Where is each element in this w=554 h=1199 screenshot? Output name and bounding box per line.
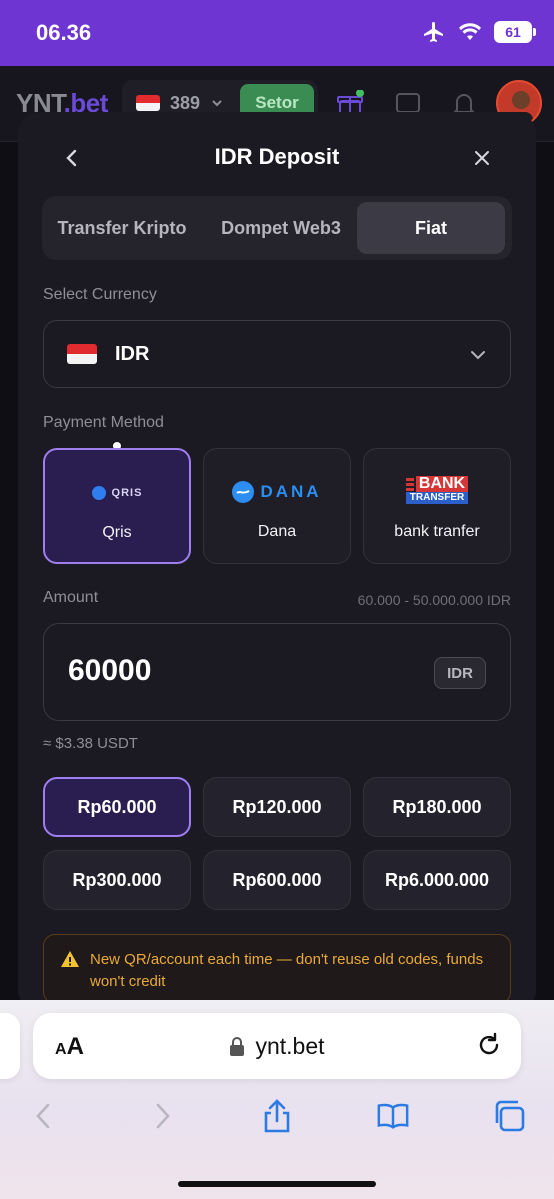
- lock-icon: [230, 1036, 245, 1056]
- dana-wallet-icon: [232, 481, 255, 503]
- share-button[interactable]: [260, 1099, 294, 1133]
- book-icon: [377, 1103, 409, 1129]
- transfer-logo-text: TRANSFER: [405, 492, 469, 504]
- preset-amount-5[interactable]: Rp600.000: [203, 850, 351, 910]
- browser-toolbar: AA ynt.bet: [0, 1000, 554, 1199]
- deposit-modal: IDR Deposit Transfer Kripto Dompet Web3 …: [18, 112, 536, 1012]
- bank-transfer-logo: BANK TRANSFER: [364, 476, 510, 504]
- bank-stripes-icon: [405, 477, 414, 491]
- amount-range: 60.000 - 50.000.000 IDR: [357, 592, 511, 608]
- close-button[interactable]: [468, 144, 496, 172]
- chevron-down-icon: [212, 100, 222, 107]
- tab-fiat[interactable]: Fiat: [357, 202, 505, 254]
- preset-amount-6[interactable]: Rp6.000.000: [363, 850, 511, 910]
- home-indicator: [178, 1181, 376, 1187]
- qris-logo: QRIS: [45, 480, 189, 506]
- tabs-icon: [495, 1100, 525, 1132]
- currency-select[interactable]: IDR: [43, 320, 511, 388]
- wifi-icon: [459, 23, 481, 40]
- preset-amount-2[interactable]: Rp120.000: [203, 777, 351, 837]
- payment-card-dana[interactable]: DANA Dana: [203, 448, 351, 564]
- payment-method-label: Payment Method: [43, 414, 164, 431]
- airplane-icon: [424, 22, 443, 42]
- payment-card-qris[interactable]: QRIS Qris: [43, 448, 191, 564]
- dana-logo-text: DANA: [260, 482, 322, 501]
- warning-banner: New QR/account each time — don't reuse o…: [43, 934, 511, 1004]
- url-display: ynt.bet: [33, 1033, 521, 1060]
- currency-value: IDR: [115, 343, 150, 365]
- reload-icon[interactable]: [475, 1031, 503, 1059]
- tabs-button[interactable]: [492, 1099, 526, 1133]
- amount-label: Amount: [43, 589, 99, 606]
- warning-icon: [61, 951, 79, 967]
- payment-card-bank-transfer[interactable]: BANK TRANSFER bank tranfer: [363, 448, 511, 564]
- warning-text: New QR/account each time — don't reuse o…: [90, 951, 484, 990]
- close-icon: [475, 151, 489, 165]
- payment-label-bank-transfer: bank tranfer: [394, 523, 480, 540]
- status-time: 06.36: [36, 20, 92, 45]
- tab-transfer-kripto[interactable]: Transfer Kripto: [50, 202, 194, 254]
- modal-title: IDR Deposit: [214, 144, 340, 169]
- bookmarks-button[interactable]: [376, 1099, 410, 1133]
- url-text: ynt.bet: [255, 1033, 325, 1059]
- select-currency-label: Select Currency: [43, 286, 157, 303]
- indonesia-flag-icon: [67, 344, 97, 364]
- status-bar: 06.36 61: [0, 0, 554, 66]
- share-icon: [264, 1099, 290, 1133]
- address-bar[interactable]: AA ynt.bet: [33, 1013, 521, 1079]
- qris-dot-icon: [91, 486, 106, 500]
- previous-tab-peek[interactable]: [0, 1013, 20, 1079]
- bank-logo-text: BANK: [415, 476, 469, 492]
- chevron-left-icon: [36, 1103, 50, 1129]
- amount-value: 60000: [68, 654, 152, 687]
- payment-label-qris: Qris: [102, 524, 132, 541]
- preset-amount-3[interactable]: Rp180.000: [363, 777, 511, 837]
- battery-level: 61: [505, 24, 521, 40]
- battery-indicator: 61: [494, 21, 536, 43]
- preset-amount-4[interactable]: Rp300.000: [43, 850, 191, 910]
- chevron-right-icon: [156, 1103, 170, 1129]
- approx-usdt: ≈ $3.38 USDT: [43, 735, 138, 752]
- chevron-down-icon: [471, 351, 485, 360]
- preset-amount-1[interactable]: Rp60.000: [43, 777, 191, 837]
- forward-nav-button[interactable]: [146, 1099, 180, 1133]
- amount-unit-badge: IDR: [434, 657, 486, 689]
- indonesia-flag-icon: [136, 95, 160, 111]
- balance-amount: 389: [170, 92, 201, 113]
- dana-logo: DANA: [204, 479, 350, 505]
- payment-label-dana: Dana: [257, 523, 297, 540]
- amount-input[interactable]: 60000 IDR: [43, 623, 511, 721]
- status-icons: 61: [422, 20, 536, 44]
- modal-header: IDR Deposit: [18, 134, 536, 182]
- back-nav-button[interactable]: [26, 1099, 60, 1133]
- deposit-tabs: Transfer Kripto Dompet Web3 Fiat: [42, 196, 512, 260]
- qris-logo-text: QRIS: [111, 487, 143, 499]
- tab-dompet-web3[interactable]: Dompet Web3: [206, 202, 356, 254]
